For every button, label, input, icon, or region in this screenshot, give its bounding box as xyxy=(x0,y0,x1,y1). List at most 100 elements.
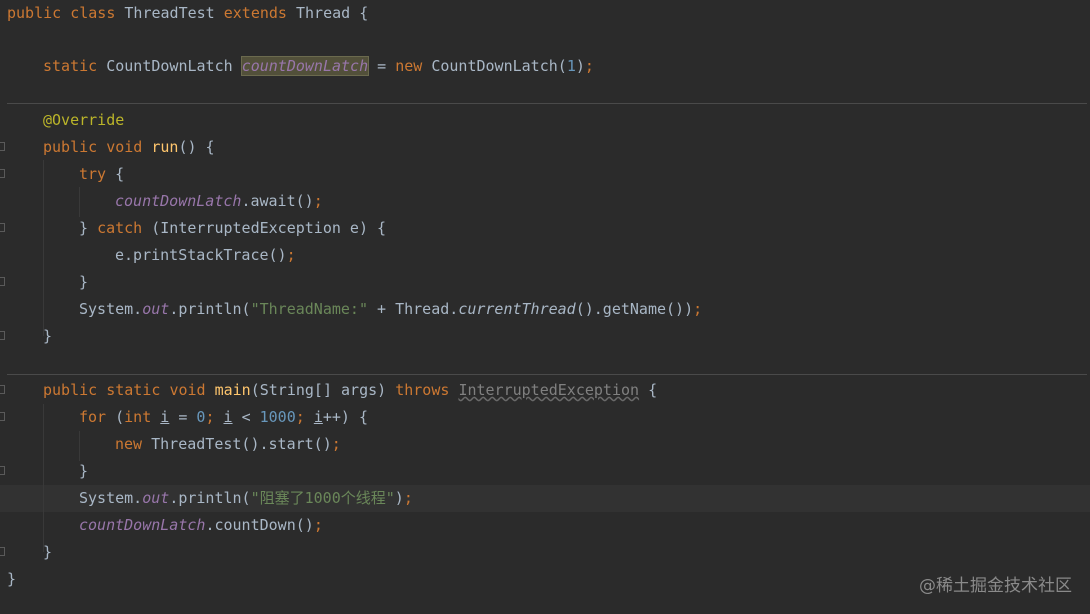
token: .await() xyxy=(241,192,314,210)
token: CountDownLatch xyxy=(106,57,233,75)
code-line[interactable]: public class ThreadTest extends Thread { xyxy=(7,0,368,27)
token: ; xyxy=(286,246,296,264)
token: i xyxy=(160,408,170,426)
code-line[interactable]: } xyxy=(79,458,88,485)
token: 1000 xyxy=(259,408,296,426)
token: (InterruptedException e) { xyxy=(151,219,387,237)
token: int xyxy=(124,408,152,426)
token: ) xyxy=(394,489,404,507)
token: for xyxy=(79,408,107,426)
code-line[interactable]: } xyxy=(43,323,52,350)
token: run xyxy=(151,138,179,156)
indent-guide xyxy=(79,431,80,461)
fold-icon[interactable] xyxy=(0,223,5,232)
token: } xyxy=(43,543,53,561)
token: out xyxy=(142,489,170,507)
token: public xyxy=(7,4,62,22)
token: currentThread xyxy=(458,300,576,318)
token: static xyxy=(43,57,98,75)
indent-guide xyxy=(43,404,44,552)
token: void xyxy=(106,138,143,156)
token: new xyxy=(395,57,423,75)
token: static xyxy=(106,381,161,399)
token: } xyxy=(79,219,89,237)
token: { xyxy=(359,4,369,22)
code-line[interactable]: System.out.println("阻塞了1000个线程"); xyxy=(79,485,413,512)
token: throws xyxy=(395,381,450,399)
fold-icon[interactable] xyxy=(0,331,5,340)
token: ; xyxy=(693,300,703,318)
token: class xyxy=(70,4,116,22)
token: main xyxy=(214,381,251,399)
token: .println( xyxy=(169,489,251,507)
code-line[interactable]: } catch (InterruptedException e) { xyxy=(79,215,386,242)
token: = xyxy=(178,408,188,426)
token: CountDownLatch( xyxy=(431,57,567,75)
token: out xyxy=(142,300,170,318)
token: ; xyxy=(313,192,323,210)
token: countDownLatch xyxy=(115,192,242,210)
fold-icon[interactable] xyxy=(0,169,5,178)
code-line[interactable]: e.printStackTrace(); xyxy=(115,242,296,269)
token: .println( xyxy=(169,300,251,318)
code-line[interactable]: } xyxy=(79,269,88,296)
fold-icon[interactable] xyxy=(0,547,5,556)
token: ; xyxy=(205,408,215,426)
code-line[interactable]: } xyxy=(7,566,16,593)
code-line[interactable]: static CountDownLatch countDownLatch = n… xyxy=(43,53,594,80)
code-line[interactable]: for (int i = 0; i < 1000; i++) { xyxy=(79,404,368,431)
token: Thread xyxy=(296,4,351,22)
token: ; xyxy=(295,408,305,426)
code-line[interactable]: countDownLatch.await(); xyxy=(115,188,323,215)
fold-icon[interactable] xyxy=(0,412,5,421)
token: { xyxy=(648,381,658,399)
code-line[interactable]: new ThreadTest().start(); xyxy=(115,431,341,458)
code-line[interactable]: public void run() { xyxy=(43,134,215,161)
token: + Thread. xyxy=(368,300,459,318)
token: catch xyxy=(97,219,143,237)
token: (String[] args) xyxy=(250,381,387,399)
method-separator xyxy=(7,374,1087,375)
token: System. xyxy=(79,489,143,507)
code-line[interactable]: try { xyxy=(79,161,124,188)
token: void xyxy=(169,381,206,399)
field-usage-highlight: countDownLatch xyxy=(240,56,370,76)
fold-icon[interactable] xyxy=(0,277,5,286)
token: ().getName()) xyxy=(575,300,694,318)
token: ThreadTest xyxy=(124,4,215,22)
token: } xyxy=(7,570,17,588)
method-separator xyxy=(7,103,1087,104)
token: @Override xyxy=(43,111,125,129)
token: } xyxy=(79,273,89,291)
code-line[interactable]: public static void main(String[] args) t… xyxy=(43,377,657,404)
token: < xyxy=(241,408,251,426)
token: } xyxy=(43,327,53,345)
token: InterruptedException xyxy=(458,381,640,399)
token: new xyxy=(115,435,143,453)
token: 1 xyxy=(566,57,576,75)
token: ThreadTest().start() xyxy=(151,435,332,453)
fold-icon[interactable] xyxy=(0,466,5,475)
token: countDownLatch xyxy=(79,516,206,534)
token: try xyxy=(79,165,107,183)
fold-icon[interactable] xyxy=(0,385,5,394)
code-line[interactable]: System.out.println("ThreadName:" + Threa… xyxy=(79,296,702,323)
code-line[interactable]: @Override xyxy=(43,107,124,134)
indent-guide xyxy=(79,187,80,217)
token: { xyxy=(115,165,125,183)
code-line[interactable]: } xyxy=(43,539,52,566)
token: "阻塞了1000个线程" xyxy=(250,489,395,507)
token: ; xyxy=(403,489,413,507)
token: ; xyxy=(584,57,594,75)
watermark: @稀土掘金技术社区 xyxy=(919,576,1072,596)
token: ; xyxy=(331,435,341,453)
token: i xyxy=(223,408,233,426)
token: i xyxy=(313,408,323,426)
code-line[interactable]: countDownLatch.countDown(); xyxy=(79,512,323,539)
fold-icon[interactable] xyxy=(0,142,5,151)
token: .countDown() xyxy=(205,516,314,534)
token: e.printStackTrace() xyxy=(115,246,287,264)
editor-gutter[interactable] xyxy=(0,0,8,614)
code-editor[interactable]: public class ThreadTest extends Thread {… xyxy=(0,0,1090,614)
token: "ThreadName:" xyxy=(250,300,368,318)
